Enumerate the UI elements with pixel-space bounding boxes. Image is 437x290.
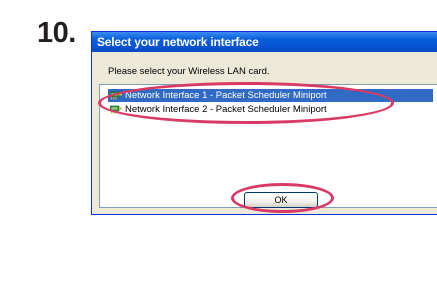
network-adapter-icon [110, 105, 122, 114]
step-number: 10. [37, 17, 76, 49]
list-item-network-interface-1[interactable]: Network Interface 1 - Packet Scheduler M… [108, 89, 433, 102]
list-item-label: Network Interface 1 - Packet Scheduler M… [125, 90, 327, 101]
select-network-interface-dialog: Select your network interface Please sel… [91, 31, 437, 215]
list-item-label: Network Interface 2 - Packet Scheduler M… [125, 104, 327, 115]
dialog-prompt: Please select your Wireless LAN card. [108, 66, 270, 77]
dialog-titlebar[interactable]: Select your network interface [92, 32, 437, 52]
ok-button[interactable]: OK [244, 192, 318, 208]
list-item-network-interface-2[interactable]: Network Interface 2 - Packet Scheduler M… [108, 103, 333, 116]
network-interface-list[interactable]: Network Interface 1 - Packet Scheduler M… [99, 84, 437, 208]
network-adapter-icon [110, 91, 122, 100]
